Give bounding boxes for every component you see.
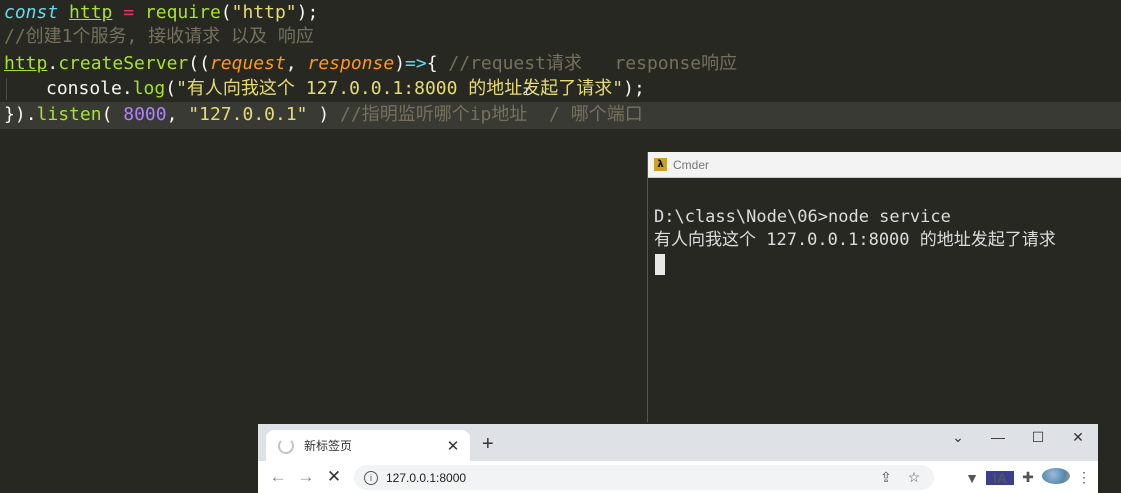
new-tab-button[interactable]: +: [482, 433, 494, 456]
cmder-lambda-icon: λ: [654, 158, 667, 171]
cmder-titlebar[interactable]: λ Cmder: [648, 152, 1121, 178]
string-host: "127.0.0.1": [188, 104, 308, 125]
paren: (: [101, 104, 124, 125]
profile-avatar[interactable]: [1042, 468, 1070, 487]
share-icon[interactable]: ⇪: [872, 469, 900, 486]
close-window-button[interactable]: ✕: [1058, 424, 1098, 452]
comment-request-response: //request请求 response响应: [448, 53, 738, 74]
tab-new-tab[interactable]: 新标签页 ✕: [266, 430, 470, 461]
function-log: log: [132, 78, 166, 99]
ia-extension-icon[interactable]: IA: [986, 470, 1014, 486]
cmder-title: Cmder: [673, 157, 710, 172]
maximize-button[interactable]: ☐: [1018, 424, 1058, 452]
tab-close-icon[interactable]: ✕: [444, 437, 462, 455]
indent-guide: [6, 78, 7, 100]
dot: .: [25, 104, 37, 125]
stop-loading-icon[interactable]: ✕: [320, 467, 348, 487]
string-message: "有人向我这个 127.0.0.1:8000 的地址发起了请求": [176, 78, 624, 99]
tab-search-icon[interactable]: ⌄: [938, 424, 978, 452]
code-line-2[interactable]: //创建1个服务, 接收请求 以及 响应: [4, 24, 314, 50]
function-require: require: [144, 2, 221, 23]
loading-spinner-icon: [278, 437, 294, 454]
back-arrow-icon[interactable]: ←: [264, 467, 292, 487]
code-line-3[interactable]: http.createServer((request, response)=>{…: [4, 51, 737, 77]
comma: ,: [166, 104, 189, 125]
tab-strip: 新标签页 ✕ + ⌄ — ☐ ✕: [258, 424, 1098, 461]
param-response: response: [307, 53, 395, 74]
extensions-bar: ▼ IA ✚ ⋮: [958, 465, 1098, 490]
paren-semicolon: );: [623, 78, 645, 99]
arrow-operator: =>: [405, 53, 427, 74]
brace: {: [426, 53, 449, 74]
variable-http: http: [4, 53, 48, 74]
string-http: "http": [231, 2, 297, 23]
bookmark-star-icon[interactable]: ☆: [900, 469, 928, 486]
terminal-output[interactable]: D:\class\Node\06>node service 有人向我这个 127…: [648, 178, 1121, 275]
console-object: console: [46, 78, 122, 99]
mouse-cursor-icon: ⌶: [523, 84, 531, 98]
puzzle-extensions-icon[interactable]: ✚: [1014, 469, 1042, 486]
paren: (: [165, 78, 177, 99]
forward-arrow-icon[interactable]: →: [292, 467, 320, 487]
dot: .: [121, 78, 133, 99]
address-bar[interactable]: i 127.0.0.1:8000 ⇪ ☆: [354, 465, 934, 490]
menu-dots-icon[interactable]: ⋮: [1070, 469, 1098, 486]
code-line-4[interactable]: console.log("有人向我这个 127.0.0.1:8000 的地址发起…: [46, 76, 645, 102]
number-port: 8000: [123, 104, 167, 125]
site-info-icon[interactable]: i: [364, 470, 378, 485]
operator-assign: =: [123, 2, 135, 23]
browser-toolbar: ← → ✕ i 127.0.0.1:8000 ⇪ ☆ ▼ IA ✚ ⋮: [258, 461, 1098, 493]
param-request: request: [209, 53, 286, 74]
terminal-cursor: [655, 254, 665, 275]
comment-create-service: //创建1个服务, 接收请求 以及 响应: [4, 26, 314, 47]
close-brace-paren: }): [4, 104, 26, 125]
comment-listen: //指明监听哪个ip地址 / 哪个端口: [340, 104, 643, 125]
paren-semicolon: );: [296, 2, 319, 23]
window-controls: ⌄ — ☐ ✕: [938, 424, 1098, 452]
tab-title: 新标签页: [304, 439, 353, 453]
paren: ((: [188, 53, 210, 74]
cmder-window[interactable]: λ Cmder D:\class\Node\06>node service 有人…: [647, 152, 1121, 422]
browser-window[interactable]: 新标签页 ✕ + ⌄ — ☐ ✕ ← → ✕ i 127.0.0.1:8000 …: [258, 424, 1098, 493]
paren: ): [394, 53, 406, 74]
terminal-line: D:\class\Node\06>node service: [654, 207, 951, 227]
terminal-line: 有人向我这个 127.0.0.1:8000 的地址发起了请求: [654, 230, 1056, 250]
omnibox-actions: ⇪ ☆: [872, 465, 928, 490]
comma: ,: [285, 53, 308, 74]
vue-devtools-icon[interactable]: ▼: [958, 470, 986, 486]
code-line-1[interactable]: const http = require("http");: [4, 0, 318, 26]
paren: ): [307, 104, 341, 125]
code-line-5[interactable]: }).listen( 8000, "127.0.0.1" ) //指明监听哪个i…: [4, 102, 643, 128]
url-text[interactable]: 127.0.0.1:8000: [386, 471, 466, 485]
minimize-button[interactable]: —: [978, 424, 1018, 452]
function-createServer: createServer: [58, 53, 189, 74]
function-listen: listen: [36, 104, 102, 125]
variable-http: http: [69, 2, 113, 23]
paren: (: [220, 2, 232, 23]
keyword-const: const: [4, 2, 59, 23]
dot: .: [47, 53, 59, 74]
